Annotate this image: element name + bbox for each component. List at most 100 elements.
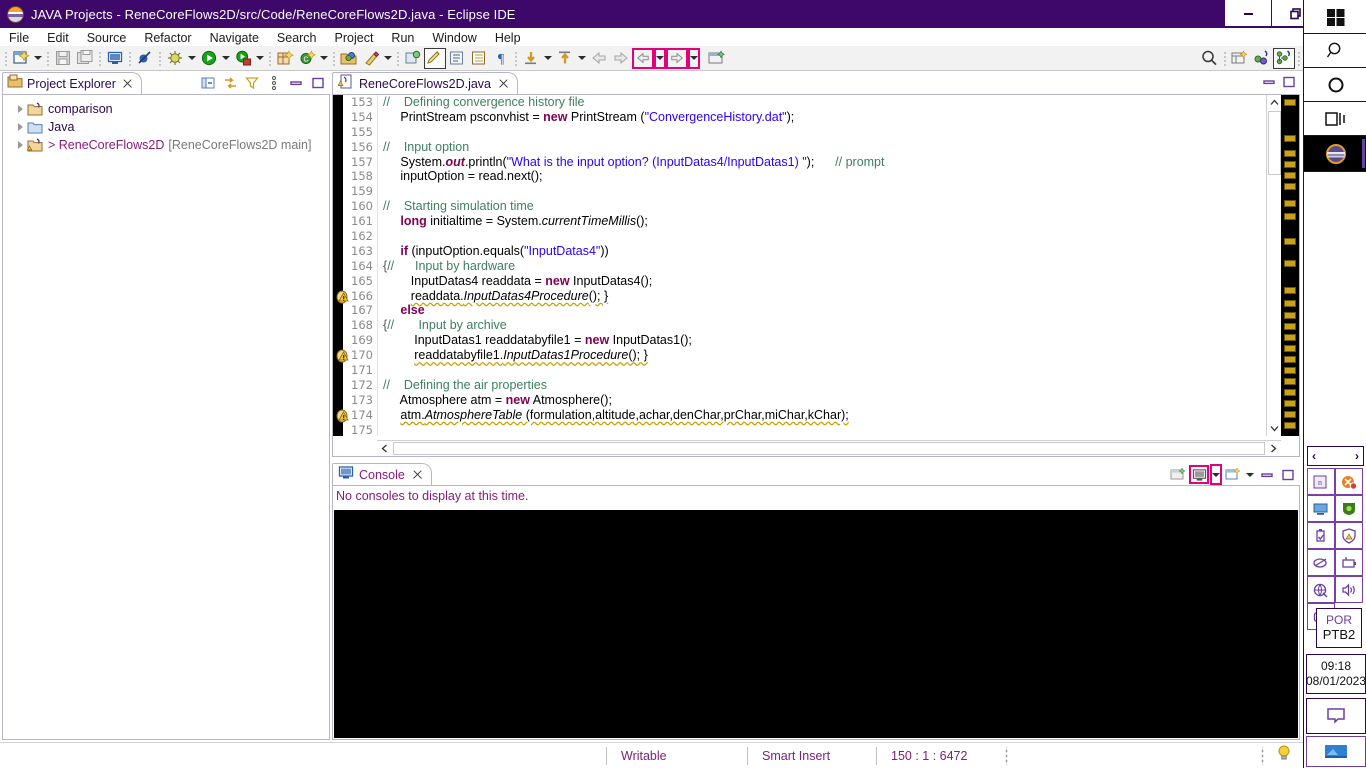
maximize-console-icon[interactable] — [1278, 465, 1298, 484]
overview-warning-marker[interactable] — [1284, 238, 1296, 245]
tree-item-renecoreflows2d[interactable]: > ReneCoreFlows2D [ReneCoreFlows2D main] — [3, 136, 329, 154]
close-icon[interactable] — [122, 78, 133, 89]
show-desktop-icon[interactable] — [1306, 736, 1366, 767]
previous-annotation-dropdown[interactable] — [576, 48, 588, 69]
collapse-all-icon[interactable] — [198, 73, 218, 92]
search-type-icon[interactable] — [402, 48, 424, 69]
menu-file[interactable]: File — [0, 29, 38, 47]
code-line[interactable]: InputDatas4 readdata = new InputDatas4()… — [381, 274, 1265, 289]
editor-overview-ruler[interactable] — [1281, 95, 1299, 436]
overview-warning-marker[interactable] — [1284, 161, 1296, 168]
previous-annotation-icon[interactable] — [554, 48, 576, 69]
new-class-dropdown[interactable] — [318, 48, 330, 69]
menu-edit[interactable]: Edit — [38, 29, 78, 47]
overview-warning-marker[interactable] — [1284, 172, 1296, 179]
overview-warning-marker[interactable] — [1284, 323, 1296, 330]
open-console-view-icon[interactable] — [1168, 465, 1188, 484]
overview-warning-marker[interactable] — [1284, 367, 1296, 374]
code-line[interactable]: readdatabyfile1.InputDatas1Procedure(); … — [381, 348, 1265, 363]
code-line[interactable]: Atmosphere atm = new Atmosphere(); — [381, 393, 1265, 408]
show-whitespace-icon[interactable] — [468, 48, 490, 69]
next-annotation-dropdown[interactable] — [542, 48, 554, 69]
overview-warning-marker[interactable] — [1284, 312, 1296, 319]
menu-refactor[interactable]: Refactor — [135, 29, 200, 47]
status-drag-handle[interactable] — [1001, 746, 1011, 765]
source-code-text[interactable]: // Defining convergence history file Pri… — [381, 95, 1265, 436]
run-icon[interactable] — [198, 48, 220, 69]
forward-navigation-dropdown[interactable] — [688, 47, 700, 69]
overview-warning-marker[interactable] — [1284, 300, 1296, 307]
console-body[interactable]: No consoles to display at this time. — [332, 485, 1300, 740]
code-line[interactable]: System.out.println("What is the input op… — [381, 155, 1265, 170]
menu-navigate[interactable]: Navigate — [201, 29, 268, 47]
back-navigation-dropdown[interactable] — [654, 47, 666, 69]
search-icon[interactable] — [1304, 34, 1366, 68]
show-source-quick-icon[interactable] — [446, 48, 468, 69]
code-line[interactable]: // Defining convergence history file — [381, 95, 1265, 110]
console-output-area[interactable] — [334, 510, 1298, 738]
pilcrow-icon[interactable]: ¶ — [490, 48, 512, 69]
view-menu-icon[interactable] — [264, 73, 284, 92]
coverage-dropdown[interactable] — [254, 48, 266, 69]
open-console-icon[interactable] — [1223, 465, 1243, 484]
code-line[interactable]: readdata.InputDatas4Procedure(); } — [381, 289, 1265, 304]
code-line[interactable] — [381, 423, 1265, 436]
overview-warning-marker[interactable] — [1284, 345, 1296, 352]
overview-warning-marker[interactable] — [1284, 411, 1296, 418]
chevron-right-icon[interactable] — [13, 120, 27, 134]
code-line[interactable]: // Defining the air properties — [381, 378, 1265, 393]
save-all-icon[interactable] — [74, 48, 96, 69]
code-line[interactable] — [381, 229, 1265, 244]
chevron-right-icon[interactable] — [13, 102, 27, 116]
open-task-dropdown[interactable] — [382, 48, 394, 69]
next-annotation-icon[interactable] — [520, 48, 542, 69]
vertical-scroll-thumb[interactable] — [1268, 111, 1281, 175]
new-wizard-dropdown[interactable] — [32, 48, 44, 69]
nvidia-tray-icon[interactable] — [1335, 495, 1363, 522]
code-line[interactable] — [381, 125, 1265, 140]
code-line[interactable]: // Input option — [381, 140, 1265, 155]
overview-warning-marker[interactable] — [1284, 213, 1296, 220]
cortana-icon[interactable] — [1304, 68, 1366, 102]
security-warning-tray-icon[interactable] — [1335, 522, 1363, 549]
overview-warning-marker[interactable] — [1284, 150, 1296, 157]
tree-item-java[interactable]: Java — [3, 118, 329, 136]
quick-access-search-icon[interactable] — [1199, 48, 1221, 69]
code-line[interactable]: atm.AtmosphereTable (formulation,altitud… — [381, 408, 1265, 423]
lightbulb-icon[interactable] — [1275, 744, 1293, 767]
scroll-right-icon[interactable] — [1266, 441, 1281, 456]
menu-project[interactable]: Project — [326, 29, 383, 47]
minimize-button[interactable] — [1225, 0, 1272, 27]
code-line[interactable]: if (inputOption.equals("InputDatas4")) — [381, 244, 1265, 259]
overview-warning-marker[interactable] — [1284, 389, 1296, 396]
run-dropdown[interactable] — [220, 48, 232, 69]
debug-dropdown[interactable] — [186, 48, 198, 69]
open-type-icon[interactable] — [338, 48, 360, 69]
taskbar-clock[interactable]: 09:18 08/01/2023 — [1306, 654, 1366, 694]
overview-warning-marker[interactable] — [1284, 260, 1296, 267]
link-with-editor-icon[interactable] — [220, 73, 240, 92]
forward-navigation-icon[interactable] — [666, 47, 688, 69]
tab-console[interactable]: Console — [332, 463, 432, 485]
mouse-tray-icon[interactable] — [1307, 549, 1335, 576]
overview-warning-marker[interactable] — [1284, 356, 1296, 363]
new-java-class-icon[interactable]: C — [296, 48, 318, 69]
safely-remove-hardware-icon[interactable] — [1307, 522, 1335, 549]
overview-warning-marker[interactable] — [1284, 334, 1296, 341]
overview-warning-marker[interactable] — [1284, 378, 1296, 385]
action-center-icon[interactable] — [1306, 698, 1366, 734]
open-perspective-button[interactable] — [1229, 48, 1251, 69]
java-perspective-icon[interactable] — [1273, 47, 1295, 69]
menu-window[interactable]: Window — [423, 29, 485, 47]
overview-warning-marker[interactable] — [1284, 287, 1296, 294]
view-menu-filter-icon[interactable] — [242, 73, 262, 92]
editor-vertical-scrollbar[interactable] — [1266, 95, 1282, 436]
overview-warning-marker[interactable] — [1284, 183, 1296, 190]
overview-warning-marker[interactable] — [1284, 200, 1296, 207]
scroll-left-icon[interactable] — [377, 441, 392, 456]
tray-scroll-right-icon[interactable]: › — [1351, 449, 1363, 463]
menu-search[interactable]: Search — [268, 29, 326, 47]
language-indicator[interactable]: POR PTB2 — [1316, 608, 1362, 648]
scroll-up-icon[interactable] — [1267, 95, 1282, 110]
open-task-icon[interactable] — [360, 48, 382, 69]
